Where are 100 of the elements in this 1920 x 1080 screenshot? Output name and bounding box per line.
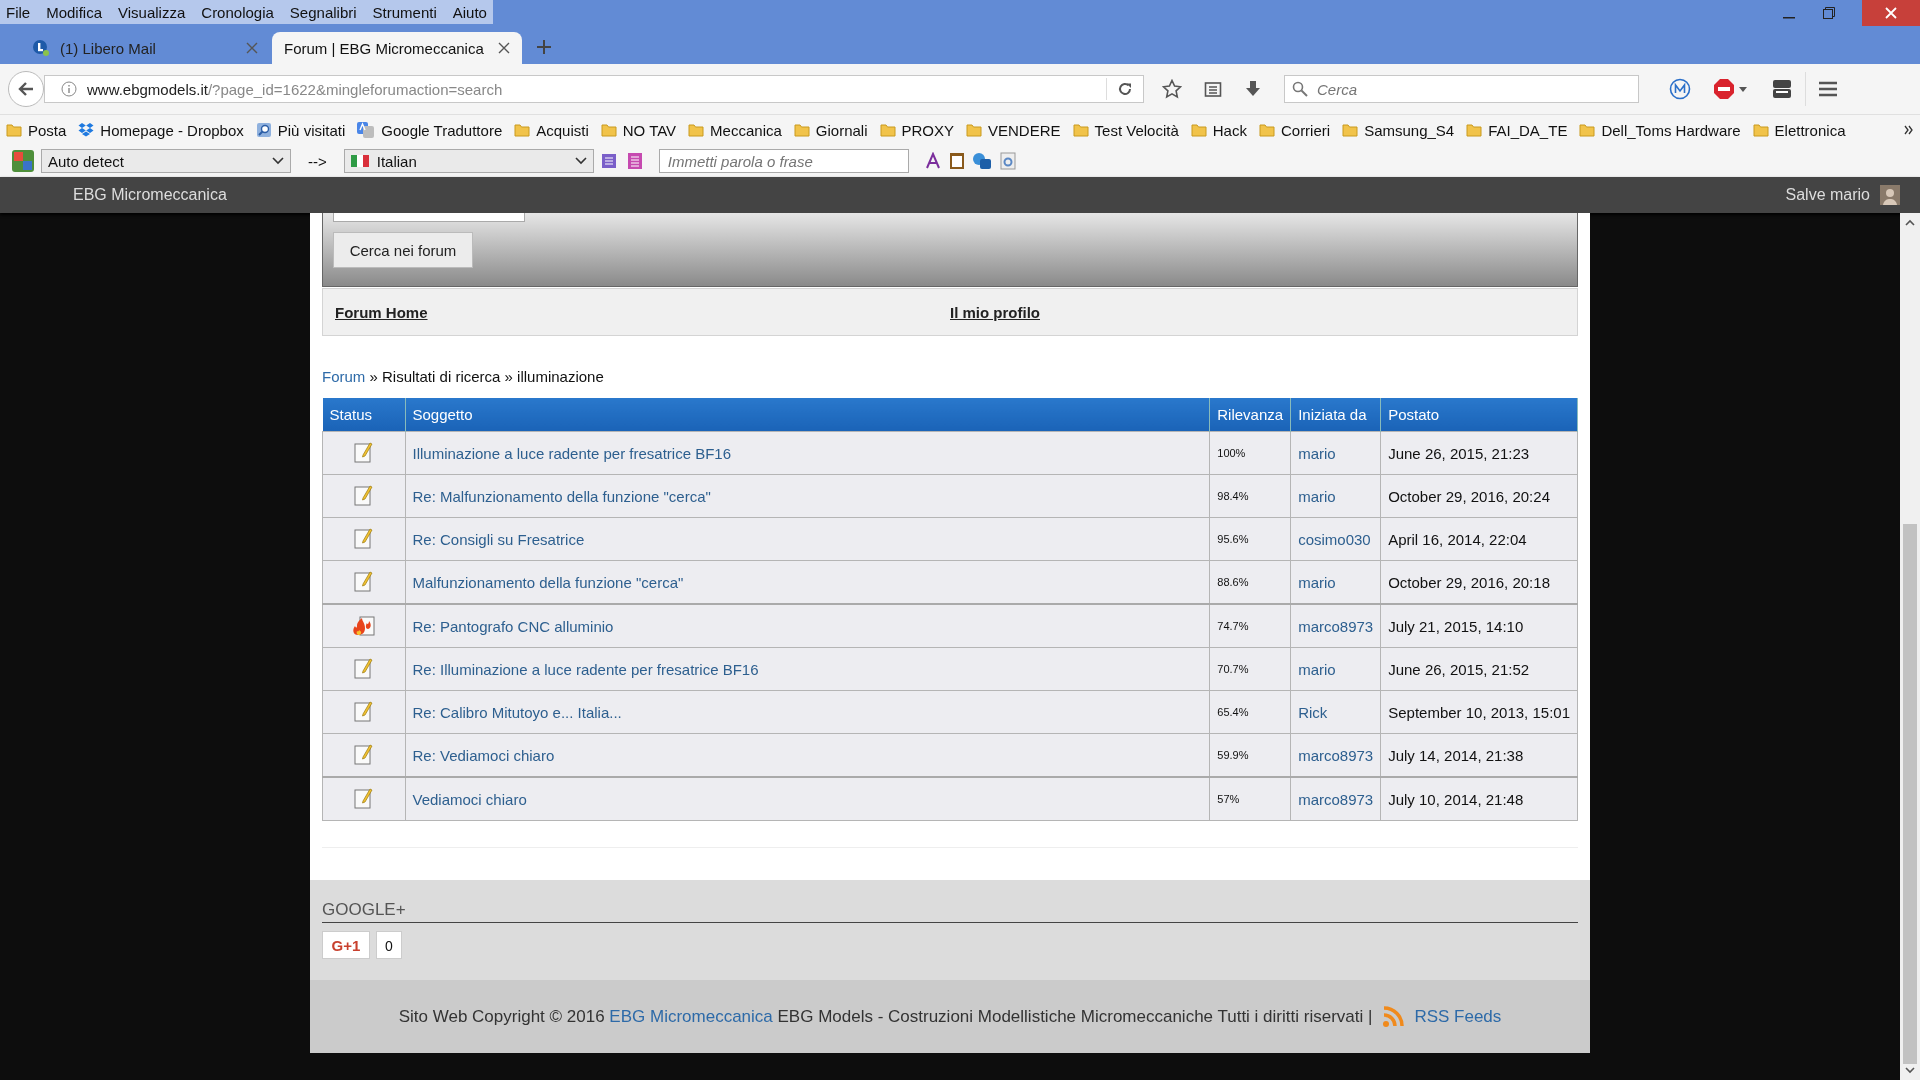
rss-feeds-link[interactable]: RSS Feeds [1414,1006,1502,1027]
search-input-field[interactable] [333,213,525,222]
phrase-input-field[interactable]: Immetti parola o frase [658,149,909,173]
author-link[interactable]: mario [1290,647,1381,691]
search-field[interactable]: Cerca [1284,75,1639,103]
bookmark-item[interactable]: FAI_DA_TE [1466,121,1568,139]
translate-icon[interactable] [971,152,992,170]
site-link[interactable]: EBG Micromeccanica [609,1006,773,1026]
letter-m-icon[interactable] [1669,78,1691,100]
folder-icon [879,122,896,138]
topic-link[interactable]: Re: Malfunzionamento della funzione "cerca" [405,474,1210,518]
folder-icon [600,122,617,138]
clipboard-icon[interactable] [1204,80,1222,98]
topic-link[interactable]: Re: Illuminazione a luce radente per fresatrice BF16 [405,647,1210,691]
author-link[interactable]: Rick [1290,690,1381,734]
bookmark-item[interactable]: Dell_Toms Hardware [1579,121,1741,139]
font-icon[interactable] [923,152,942,170]
browser-tab[interactable]: (1) Libero Mail [20,32,270,64]
bookmark-item[interactable]: Elettronica [1752,121,1846,139]
plus-icon[interactable] [536,39,552,55]
close-icon[interactable] [498,42,510,54]
bookmark-item[interactable]: Hack [1190,121,1247,139]
magnifier-icon [255,122,272,138]
relevance-cell: 95.6% [1209,517,1291,561]
bookmark-item[interactable]: Acquisti [514,121,589,139]
breadcrumb: Forum » Risultati di ricerca » illuminazione [322,367,605,387]
bookmark-item[interactable]: VENDERE [966,121,1061,139]
avatar-icon[interactable] [1880,185,1900,205]
bookmark-item[interactable]: Più visitati [255,121,346,139]
author-link[interactable]: marco8973 [1290,777,1381,821]
date-cell: October 29, 2016, 20:18 [1380,560,1578,604]
source-language-select[interactable]: Auto detect [41,149,291,173]
maximize-icon[interactable] [1822,6,1836,20]
browser-tab[interactable]: Forum | EBG Micromeccanica [272,32,522,64]
dictionary-icon[interactable] [600,152,619,170]
bookmark-item[interactable]: Meccanica [688,121,782,139]
forum-nav-link[interactable]: Forum Home [335,303,950,321]
note-pencil-icon [353,440,374,463]
author-link[interactable]: mario [1290,431,1381,475]
forum-nav-link[interactable]: Il mio profilo [950,303,1565,321]
topic-link[interactable]: Vediamoci chiaro [405,777,1210,821]
menu-item[interactable]: Modifica [46,3,103,21]
author-link[interactable]: cosimo030 [1290,517,1381,561]
notepad-icon[interactable] [948,152,965,170]
topic-link[interactable]: Re: Calibro Mitutoyo e... Italia... [405,690,1210,734]
relevance-cell: 100% [1209,431,1291,475]
menu-item[interactable]: Strumenti [372,3,437,21]
close-button[interactable] [1862,0,1920,26]
scrollbar[interactable] [1900,213,1920,1080]
author-link[interactable]: mario [1290,474,1381,518]
bookmark-item[interactable]: PROXY [879,121,954,139]
download-icon[interactable] [1244,80,1262,98]
plus-one-button[interactable]: G+1 [322,931,370,959]
breadcrumb-link[interactable]: Forum [322,368,366,385]
address-bar[interactable]: www.ebgmodels.it/?page_id=1622&mingleforumaction=search [44,75,1144,103]
relevance-cell: 57% [1209,777,1291,821]
bookmark-item[interactable]: Giornali [793,121,868,139]
star-icon[interactable] [1162,79,1182,99]
author-link[interactable]: marco8973 [1290,733,1381,777]
chevron-icon[interactable] [1904,125,1914,135]
column-header: Postato [1380,398,1578,432]
topic-link[interactable]: Re: Consigli su Fresatrice [405,517,1210,561]
site-title[interactable]: EBG Micromeccanica [73,186,1776,204]
menu-item[interactable]: File [6,3,31,21]
author-link[interactable]: marco8973 [1290,604,1381,648]
bookmark-item[interactable]: NO TAV [600,121,677,139]
menu-icon[interactable] [1818,80,1838,98]
bookmark-item[interactable]: Corrieri [1258,121,1331,139]
search-forums-button[interactable]: Cerca nei forum [333,232,473,268]
bookmark-item[interactable]: Test Velocità [1072,121,1179,139]
target-language-select[interactable]: Italian [343,149,594,173]
column-header: Status [322,398,405,432]
reload-icon[interactable] [1117,81,1133,97]
topic-link[interactable]: Re: Vediamoci chiaro [405,733,1210,777]
menu-item[interactable]: Segnalibri [289,3,357,21]
topic-link[interactable]: Illuminazione a luce radente per fresatrice BF16 [405,431,1210,475]
url-text: www.ebgmodels.it/?page_id=1622&mingleforumaction=search [87,80,504,98]
author-link[interactable]: mario [1290,560,1381,604]
menu-item[interactable]: Visualizza [118,3,186,21]
folder-icon [1072,122,1089,138]
list-icon[interactable] [625,152,644,170]
folder-icon [1466,122,1483,138]
tv-icon[interactable] [1771,78,1793,100]
back-button[interactable] [8,71,44,107]
menu-item[interactable]: Cronologia [201,3,274,21]
stop-sign-icon[interactable] [1713,78,1749,100]
topic-link[interactable]: Malfunzionamento della funzione "cerca" [405,560,1210,604]
scroll-up-icon[interactable] [1905,219,1915,227]
bookmark-item[interactable]: Posta [6,121,67,139]
settings-icon[interactable] [998,152,1017,170]
date-cell: July 14, 2014, 21:38 [1380,733,1578,777]
greeting-text[interactable]: Salve mario [1785,186,1870,204]
bookmark-item[interactable]: Google Traduttore [357,121,503,139]
bookmark-item[interactable]: Samsung_S4 [1342,121,1455,139]
info-icon[interactable] [61,81,77,97]
folder-icon [514,122,531,138]
menu-item[interactable]: Aiuto [452,3,487,21]
topic-link[interactable]: Re: Pantografo CNC alluminio [405,604,1210,648]
scroll-down-icon[interactable] [1905,1066,1915,1074]
bookmark-item[interactable]: Homepage - Dropbox [78,121,244,139]
